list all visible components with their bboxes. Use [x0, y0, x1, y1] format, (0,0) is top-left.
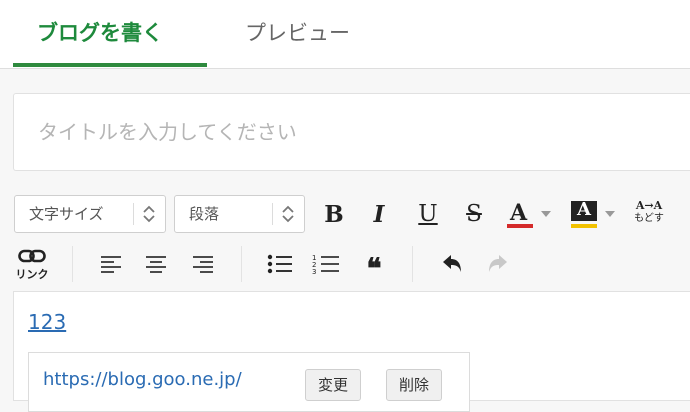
change-link-button[interactable]: 変更: [305, 369, 362, 401]
underline-button[interactable]: U: [411, 197, 445, 231]
redo-button[interactable]: [481, 247, 515, 281]
editor-tabs: ブログを書く プレビュー: [0, 0, 690, 69]
bold-icon: B: [324, 200, 344, 228]
tab-preview[interactable]: プレビュー: [245, 16, 350, 50]
updown-arrows-icon: [282, 205, 294, 223]
tab-write-blog[interactable]: ブログを書く: [37, 16, 163, 50]
numbered-list-icon: 1 2 3: [312, 254, 339, 275]
italic-icon: I: [373, 200, 385, 228]
link-popup-url[interactable]: https://blog.goo.ne.jp/: [43, 369, 242, 390]
italic-button[interactable]: I: [362, 197, 396, 231]
paragraph-select[interactable]: 段落: [174, 195, 305, 233]
undo-icon: [443, 255, 461, 272]
toolbar-divider: [72, 246, 73, 282]
align-left-button[interactable]: [94, 247, 128, 281]
link-chain-icon: [18, 249, 46, 263]
strikethrough-icon: S: [466, 201, 482, 227]
caret-down-icon: [541, 211, 551, 217]
blockquote-button[interactable]: ❝: [357, 247, 391, 285]
select-divider: [272, 203, 273, 225]
clear-format-icon: A→A もどす: [634, 199, 664, 224]
clear-format-button[interactable]: A→A もどす: [629, 197, 669, 231]
align-right-icon: [193, 256, 213, 273]
svg-text:3: 3: [312, 268, 316, 275]
background-color-button[interactable]: A: [567, 197, 621, 231]
toolbar-divider: [412, 246, 413, 282]
redo-icon: [489, 255, 507, 272]
paragraph-select-label: 段落: [189, 205, 220, 223]
quote-icon: ❝: [366, 251, 382, 285]
active-tab-indicator: [13, 63, 207, 67]
link-button-label: リンク: [15, 268, 49, 281]
bulleted-list-button[interactable]: [263, 247, 297, 281]
toolbar-divider: [241, 246, 242, 282]
bulleted-list-icon: [267, 254, 292, 274]
select-divider: [133, 203, 134, 225]
background-color-icon: A: [571, 199, 597, 229]
delete-link-button[interactable]: 削除: [386, 369, 443, 401]
align-right-button[interactable]: [186, 247, 220, 281]
editor-body[interactable]: 123 https://blog.goo.ne.jp/ 変更 削除: [13, 291, 690, 412]
strikethrough-button[interactable]: S: [457, 197, 491, 231]
align-left-icon: [101, 256, 121, 273]
bold-button[interactable]: B: [317, 197, 351, 231]
numbered-list-button[interactable]: 1 2 3: [309, 247, 343, 281]
text-color-icon: A: [507, 200, 533, 230]
title-input[interactable]: [13, 93, 690, 171]
undo-button[interactable]: [435, 247, 469, 281]
text-color-button[interactable]: A: [503, 197, 555, 231]
align-center-icon: [146, 256, 166, 273]
caret-down-icon: [605, 211, 615, 217]
background-color-swatch: [571, 224, 597, 228]
underline-icon: U: [418, 201, 438, 227]
text-color-swatch: [507, 224, 533, 228]
link-button[interactable]: リンク: [14, 246, 50, 282]
link-popup: https://blog.goo.ne.jp/ 変更 削除: [28, 352, 470, 412]
updown-arrows-icon: [143, 205, 155, 223]
font-size-select-label: 文字サイズ: [29, 205, 104, 223]
editor-link-text[interactable]: 123: [28, 310, 66, 334]
font-size-select[interactable]: 文字サイズ: [14, 195, 166, 233]
align-center-button[interactable]: [139, 247, 173, 281]
